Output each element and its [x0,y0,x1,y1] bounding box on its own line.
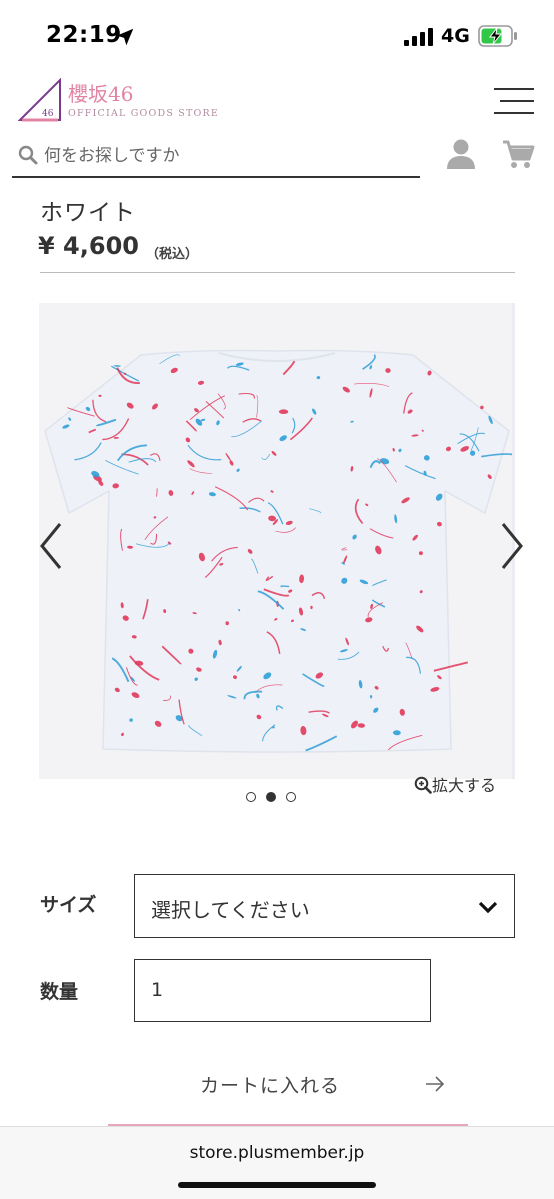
browser-address-bar[interactable]: store.plusmember.jp [0,1126,554,1199]
zoom-button[interactable]: 拡大する [414,772,496,796]
pagination-dot[interactable] [286,792,296,802]
chevron-left-icon[interactable] [36,520,66,572]
battery-charging-icon [478,25,517,47]
menu-icon-line [494,88,534,90]
size-select[interactable]: 選択してください [134,874,515,938]
quantity-label: 数量 [40,981,79,1003]
gallery-pagination [246,792,302,804]
size-select-value: 選択してください [151,898,310,922]
menu-button[interactable] [494,86,534,114]
divider [40,272,515,273]
product-variant-name: ホワイト [40,200,136,226]
add-to-cart-button[interactable]: カートに入れる [108,1060,468,1110]
cart-icon[interactable] [501,137,535,171]
search-bar [12,136,420,178]
signal-icon [404,28,433,46]
arrow-right-icon [426,1076,445,1092]
menu-icon-line [494,112,534,114]
zoom-label: 拡大する [432,776,497,795]
zoom-in-icon [414,776,432,794]
status-bar: 22:19 4G [0,0,554,70]
logo-mark[interactable]: 46 [18,76,62,122]
menu-icon-line [500,100,534,102]
size-label: サイズ [40,894,97,916]
logo-subtitle: OFFICIAL GOODS STORE [68,108,219,119]
quantity-input[interactable]: 1 [134,959,431,1022]
user-icon[interactable] [444,137,478,171]
product-price: ¥ 4,600 [38,232,139,260]
pagination-dot[interactable] [246,792,256,802]
tax-note: （税込） [146,247,199,262]
location-arrow-icon [116,28,134,46]
network-type: 4G [441,25,470,47]
url-text[interactable]: store.plusmember.jp [0,1143,554,1163]
product-image-gallery[interactable] [39,303,515,779]
add-to-cart-label: カートに入れる [200,1075,341,1097]
search-icon[interactable] [18,145,38,165]
logo-name[interactable]: 櫻坂46 [68,78,133,107]
site-header: 46 櫻坂46 OFFICIAL GOODS STORE [0,72,554,132]
chevron-right-icon[interactable] [497,520,527,572]
status-time: 22:19 [46,22,122,48]
product-image-tshirt [39,303,515,779]
home-indicator[interactable] [178,1182,376,1188]
pagination-dot[interactable] [266,792,276,802]
search-input[interactable] [44,140,414,172]
svg-text:46: 46 [42,109,54,119]
quantity-value: 1 [151,979,164,1001]
chevron-down-icon [478,901,498,914]
